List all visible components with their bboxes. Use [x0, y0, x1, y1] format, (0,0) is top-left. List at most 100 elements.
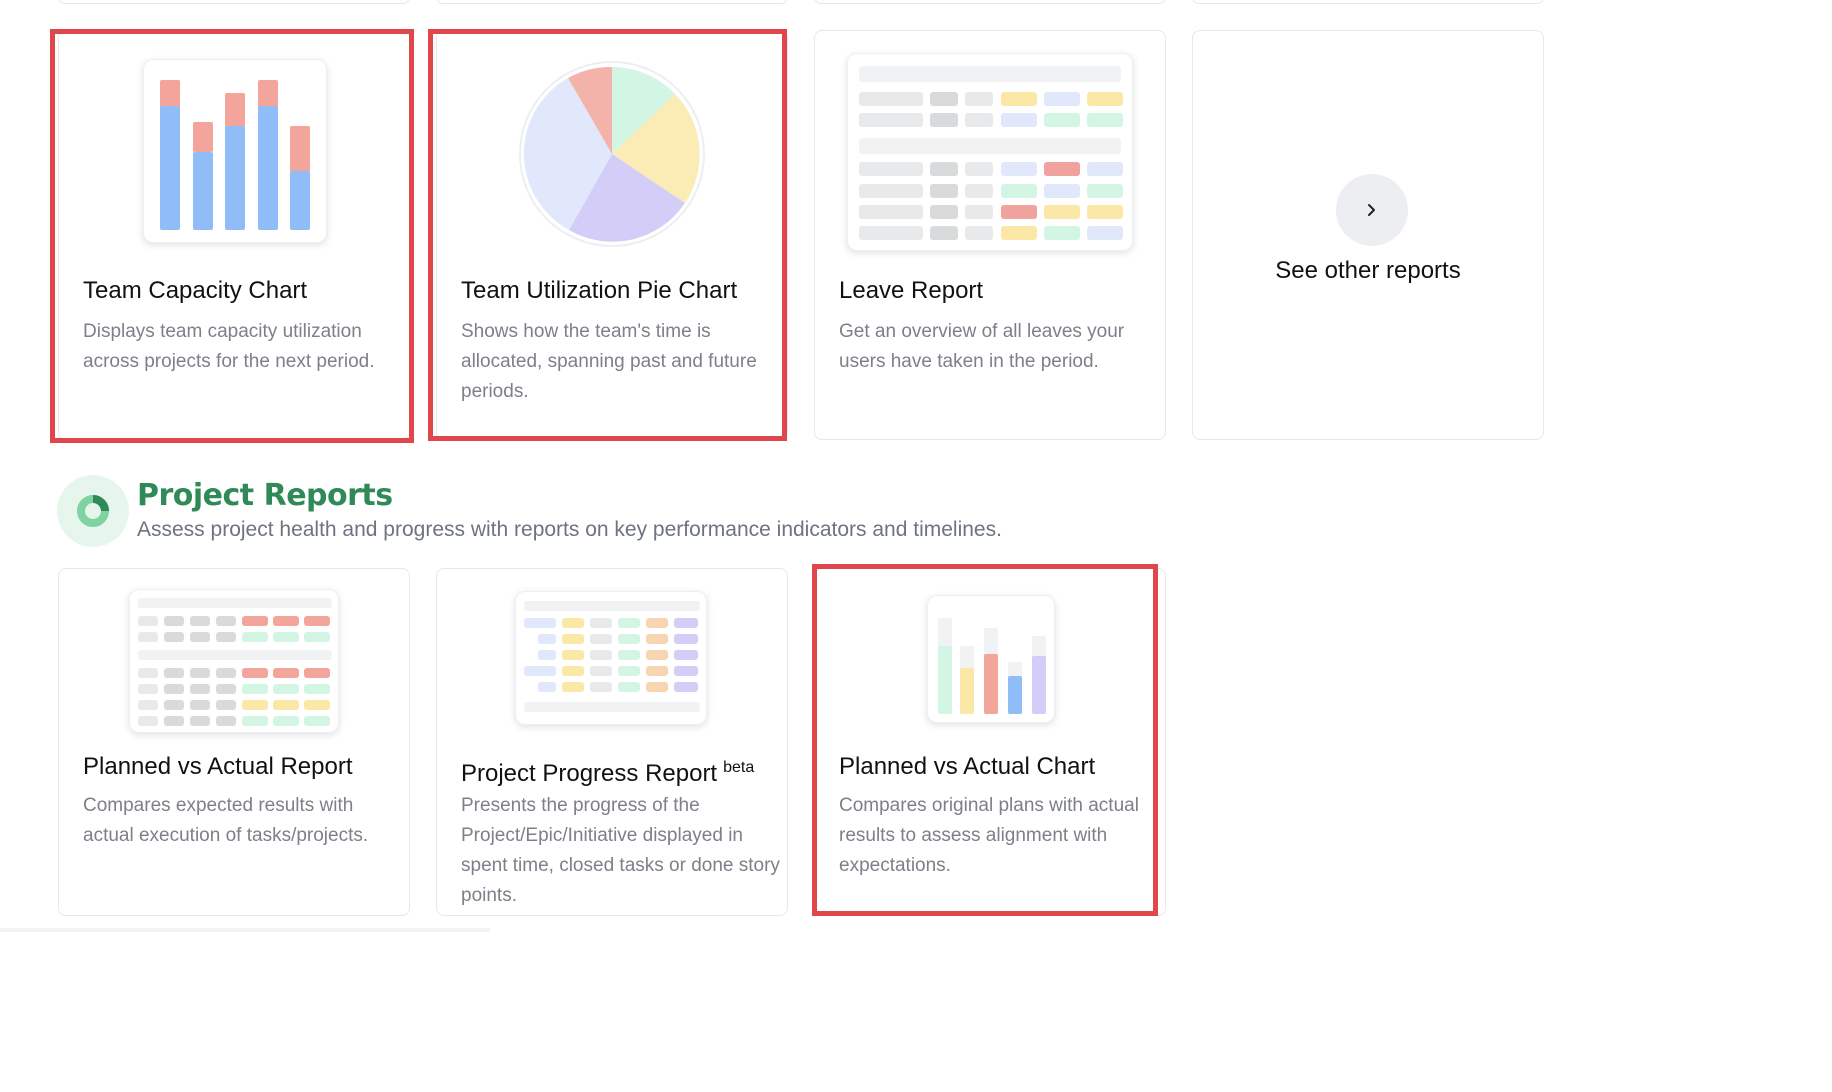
project-progress-table-thumbnail [515, 591, 707, 725]
table-cell [538, 682, 556, 692]
bar-segment [193, 152, 213, 230]
table-cell [1044, 226, 1080, 240]
table-cell [965, 162, 993, 176]
table-cell [618, 682, 640, 692]
table-cell [646, 618, 668, 628]
card-title: Team Capacity Chart [83, 277, 308, 304]
table-cell [273, 716, 299, 726]
bar-value [1032, 656, 1046, 714]
table-cell [1044, 184, 1080, 198]
table-cell [242, 616, 268, 626]
table-cell [590, 682, 612, 692]
table-cell [674, 634, 698, 644]
see-other-reports-button[interactable] [1336, 174, 1408, 246]
report-card-planned-vs-actual-chart[interactable]: Planned vs Actual Chart Compares origina… [814, 568, 1166, 916]
card-description: Compares expected results with actual ex… [83, 795, 369, 846]
table-cell [138, 616, 158, 626]
table-cell [562, 634, 584, 644]
table-cell [138, 684, 158, 694]
table-cell [216, 632, 236, 642]
table-cell [524, 618, 556, 628]
table-cell [930, 162, 958, 176]
table-cell [674, 666, 698, 676]
table-cell [138, 700, 158, 710]
table-cell [674, 682, 698, 692]
table-cell [190, 684, 210, 694]
donut-chart-icon [77, 495, 109, 527]
table-cell [138, 632, 158, 642]
table-cell [859, 113, 923, 127]
table-cell [590, 650, 612, 660]
table-cell [930, 184, 958, 198]
table-cell [859, 205, 923, 219]
table-cell [138, 716, 158, 726]
table-cell [273, 668, 299, 678]
table-cell [164, 668, 184, 678]
table-cell [1044, 113, 1080, 127]
table-cell [242, 700, 268, 710]
table-cell [618, 666, 640, 676]
see-other-reports-card[interactable]: See other reports [1192, 30, 1544, 440]
table-cell [590, 618, 612, 628]
bar-value [1008, 676, 1022, 714]
report-card-team-capacity[interactable]: Team Capacity Chart Displays team capaci… [58, 30, 410, 440]
leave-table-thumbnail [847, 53, 1133, 251]
card-title: Planned vs Actual Chart [839, 753, 1096, 780]
table-cell [538, 634, 556, 644]
table-cell [930, 205, 958, 219]
table-cell [590, 634, 612, 644]
card-description: Get an overview of all leaves your users… [839, 321, 1125, 372]
bar-value [938, 646, 952, 714]
table-cell [1001, 205, 1037, 219]
pie-chart-thumbnail [519, 61, 705, 247]
table-cell [538, 650, 556, 660]
report-card-planned-vs-actual-report[interactable]: Planned vs Actual Report Compares expect… [58, 568, 410, 916]
partial-card-top [436, 0, 788, 4]
bar-value [960, 668, 974, 714]
table-cell [190, 700, 210, 710]
table-cell [674, 650, 698, 660]
table-cell [164, 632, 184, 642]
card-title-text: Project Progress Report [461, 760, 718, 787]
partial-card-top [814, 0, 1166, 4]
table-cell [273, 632, 299, 642]
card-title: Project Progress Report beta [461, 759, 754, 788]
table-cell [1044, 205, 1080, 219]
bar-segment [160, 80, 180, 108]
table-cell [304, 616, 330, 626]
table-cell [562, 650, 584, 660]
table-cell [859, 92, 923, 106]
table-cell [930, 226, 958, 240]
table-cell [524, 666, 556, 676]
card-description: Shows how the team's time is allocated, … [461, 321, 757, 402]
table-cell [242, 684, 268, 694]
table-cell [304, 700, 330, 710]
table-cell [242, 716, 268, 726]
table-header-cell [138, 598, 332, 608]
table-cell [965, 92, 993, 106]
table-cell [304, 716, 330, 726]
report-card-leave-report[interactable]: Leave Report Get an overview of all leav… [814, 30, 1166, 440]
table-cell [304, 668, 330, 678]
bar-segment [258, 106, 278, 230]
table-cell [646, 682, 668, 692]
table-cell [859, 226, 923, 240]
card-description: Presents the progress of the Project/Epi… [461, 795, 780, 906]
bar-segment [290, 126, 310, 172]
table-cell [1087, 205, 1123, 219]
table-cell [242, 668, 268, 678]
bottom-divider [0, 928, 490, 932]
chevron-right-icon [1368, 204, 1375, 216]
table-header-cell [859, 66, 1121, 82]
table-cell [273, 700, 299, 710]
table-cell [618, 634, 640, 644]
see-other-reports-label: See other reports [1275, 257, 1461, 284]
bar-segment [225, 126, 245, 230]
report-card-project-progress-report[interactable]: Project Progress Report beta Presents the… [436, 568, 788, 916]
table-cell [190, 616, 210, 626]
table-header-cell [138, 650, 332, 660]
beta-badge: beta [723, 759, 755, 776]
report-card-team-utilization-pie[interactable]: Team Utilization Pie Chart Shows how the… [436, 30, 788, 440]
table-cell [164, 700, 184, 710]
table-cell [965, 205, 993, 219]
